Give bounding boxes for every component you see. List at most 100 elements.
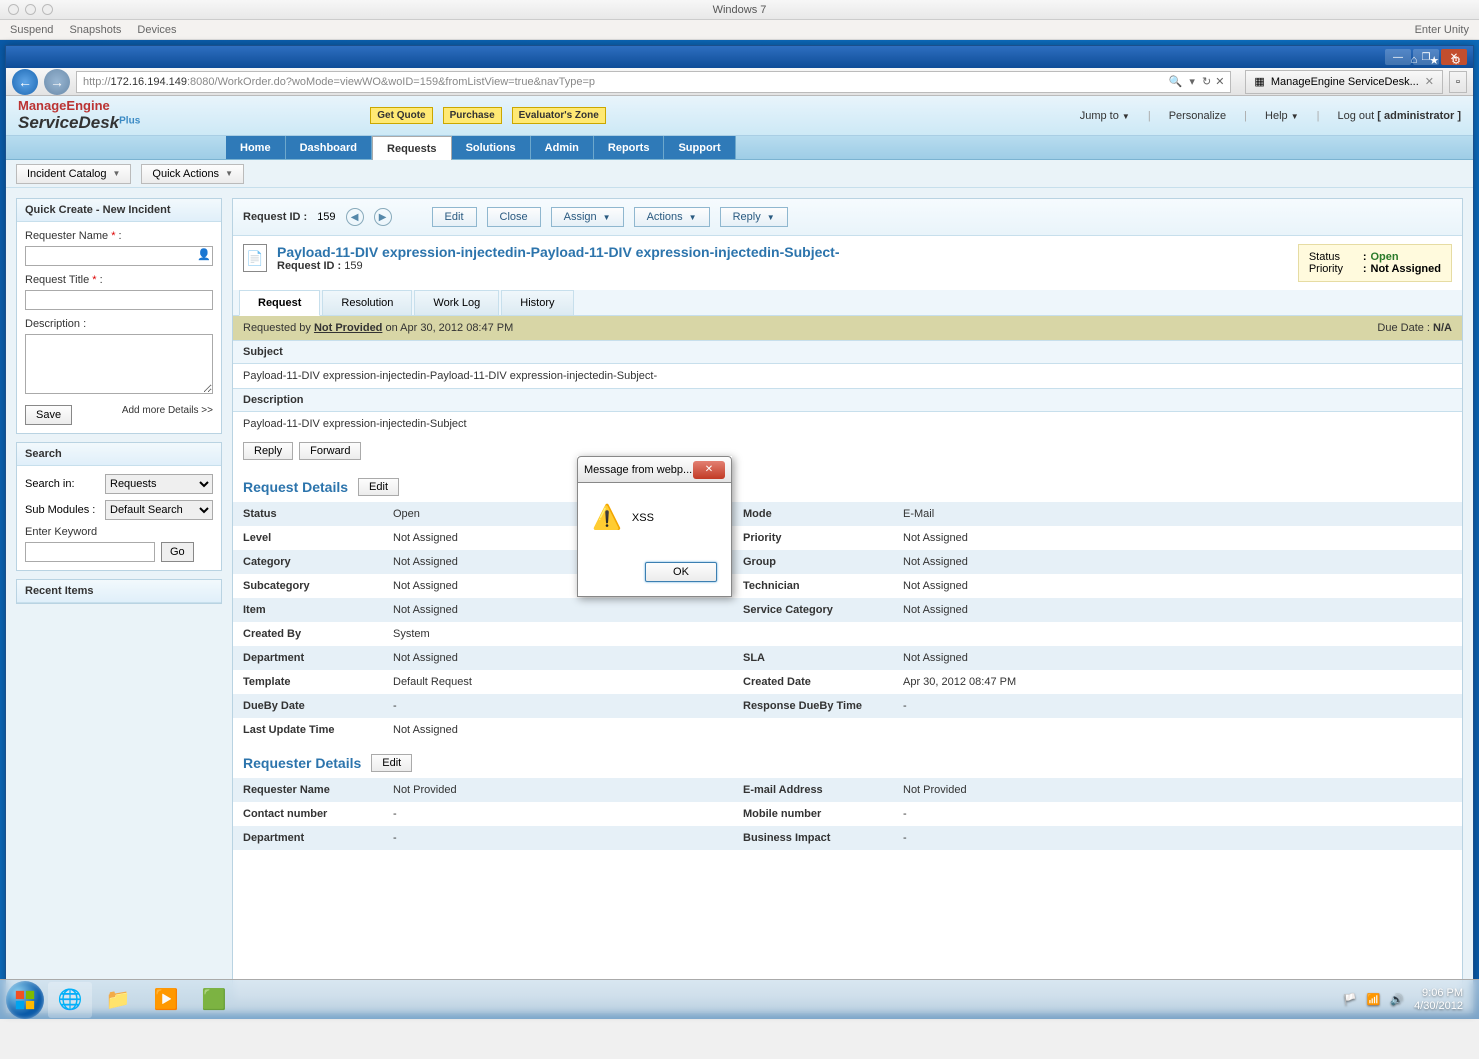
personalize-link[interactable]: Personalize xyxy=(1169,110,1226,122)
badge-evaluator[interactable]: Evaluator's Zone xyxy=(512,107,606,124)
prev-request-button[interactable]: ◀ xyxy=(346,208,364,226)
alert-close-icon[interactable]: ✕ xyxy=(693,461,725,479)
add-more-link[interactable]: Add more Details >> xyxy=(122,405,213,416)
start-button[interactable] xyxy=(6,981,44,1019)
search-in-select[interactable]: Requests xyxy=(105,474,213,494)
tools-icon[interactable]: ⚙ xyxy=(1451,54,1461,67)
table-row: Contact number-Mobile number- xyxy=(233,802,1462,826)
ie-toolbar: ← → http://172.16.194.149:8080/WorkOrder… xyxy=(6,68,1473,96)
mac-menu: Suspend Snapshots Devices Enter Unity xyxy=(0,20,1479,40)
subject-header: Subject xyxy=(233,340,1462,364)
person-icon[interactable]: 👤 xyxy=(197,248,211,261)
home-icon[interactable]: ⌂ xyxy=(1411,54,1418,66)
mac-max[interactable] xyxy=(42,4,53,15)
taskbar-vmware-icon[interactable]: 🟩 xyxy=(192,982,236,1018)
search-icon[interactable]: 🔍 xyxy=(1169,75,1183,88)
tab-admin[interactable]: Admin xyxy=(531,136,594,159)
request-id-label: Request ID : xyxy=(243,211,307,223)
tab-worklog[interactable]: Work Log xyxy=(414,290,499,315)
menu-devices[interactable]: Devices xyxy=(137,24,176,36)
mac-close[interactable] xyxy=(8,4,19,15)
table-row: TemplateDefault RequestCreated DateApr 3… xyxy=(233,670,1462,694)
table-row: Requester NameNot ProvidedE-mail Address… xyxy=(233,778,1462,802)
url-host: 172.16.194.149 xyxy=(111,76,187,88)
keyword-input[interactable] xyxy=(25,542,155,562)
tab-favicon: ▦ xyxy=(1254,75,1264,88)
forward-button[interactable]: → xyxy=(44,69,70,95)
help-dropdown[interactable]: Help ▼ xyxy=(1265,110,1299,122)
warning-icon: ⚠️ xyxy=(592,503,622,532)
vm-title: Windows 7 xyxy=(713,4,767,16)
quick-create-panel: Quick Create - New Incident Requester Na… xyxy=(16,198,222,434)
request-details-title: Request Details xyxy=(243,479,348,495)
close-button[interactable]: Close xyxy=(487,207,541,227)
go-button[interactable]: Go xyxy=(161,542,194,562)
reply-dropdown[interactable]: Reply ▼ xyxy=(720,207,788,227)
logout-link[interactable]: Log out [ administrator ] xyxy=(1338,110,1462,122)
tray-network-icon[interactable]: 📶 xyxy=(1367,993,1381,1006)
tab-dashboard[interactable]: Dashboard xyxy=(286,136,372,159)
requester-name-input[interactable] xyxy=(25,246,213,266)
requester-edit-button[interactable]: Edit xyxy=(371,754,412,772)
tab-home[interactable]: Home xyxy=(226,136,286,159)
table-row: ItemNot AssignedService CategoryNot Assi… xyxy=(233,598,1462,622)
menu-enter-unity[interactable]: Enter Unity xyxy=(1415,24,1469,36)
alert-ok-button[interactable]: OK xyxy=(645,562,717,582)
next-request-button[interactable]: ▶ xyxy=(374,208,392,226)
tab-requests[interactable]: Requests xyxy=(372,136,452,160)
search-title: Search xyxy=(17,443,221,466)
badge-quote[interactable]: Get Quote xyxy=(370,107,432,124)
table-row: Department-Business Impact- xyxy=(233,826,1462,850)
favorites-icon[interactable]: ★ xyxy=(1429,54,1439,67)
description-input[interactable] xyxy=(25,334,213,394)
mac-min[interactable] xyxy=(25,4,36,15)
jump-to-dropdown[interactable]: Jump to ▼ xyxy=(1080,110,1130,122)
recent-items-panel: Recent Items xyxy=(16,579,222,604)
taskbar-explorer-icon[interactable]: 📁 xyxy=(96,982,140,1018)
table-row: Created BySystem xyxy=(233,622,1462,646)
description-value: Payload-11-DIV expression-injectedin-Sub… xyxy=(233,412,1462,436)
tray-volume-icon[interactable]: 🔊 xyxy=(1390,993,1404,1006)
edit-button[interactable]: Edit xyxy=(432,207,477,227)
alert-dialog: Message from webp... ✕ ⚠️ XSS OK xyxy=(577,456,732,597)
subject-value: Payload-11-DIV expression-injectedin-Pay… xyxy=(233,364,1462,388)
tab-reports[interactable]: Reports xyxy=(594,136,665,159)
ie-window: — ❐ ✕ ← → http://172.16.194.149:8080/Wor… xyxy=(5,45,1474,1014)
sub-modules-label: Sub Modules : xyxy=(25,504,105,516)
forward-button[interactable]: Forward xyxy=(299,442,361,460)
badge-purchase[interactable]: Purchase xyxy=(443,107,502,124)
menu-snapshots[interactable]: Snapshots xyxy=(69,24,121,36)
url-scheme: http:// xyxy=(83,76,111,88)
tab-support[interactable]: Support xyxy=(664,136,735,159)
assign-dropdown[interactable]: Assign ▼ xyxy=(551,207,624,227)
recent-items-title: Recent Items xyxy=(17,580,221,603)
tab-solutions[interactable]: Solutions xyxy=(452,136,531,159)
incident-catalog-dropdown[interactable]: Incident Catalog▼ xyxy=(16,164,131,184)
search-in-label: Search in: xyxy=(25,478,105,490)
refresh-icon[interactable]: ↻ xyxy=(1202,75,1211,88)
request-title-input[interactable] xyxy=(25,290,213,310)
table-row: StatusOpenModeE-Mail xyxy=(233,502,1462,526)
tray-flag-icon[interactable]: 🏳️ xyxy=(1343,993,1357,1006)
reply-button[interactable]: Reply xyxy=(243,442,293,460)
taskbar-clock[interactable]: 9:06 PM 4/30/2012 xyxy=(1414,987,1463,1013)
tab-close-icon[interactable]: ✕ xyxy=(1425,75,1434,88)
address-bar[interactable]: http://172.16.194.149:8080/WorkOrder.do?… xyxy=(76,71,1231,93)
requester-name-label: Requester Name * : xyxy=(25,230,213,242)
tab-history[interactable]: History xyxy=(501,290,573,315)
taskbar-ie-icon[interactable]: 🌐 xyxy=(48,982,92,1018)
quick-actions-dropdown[interactable]: Quick Actions▼ xyxy=(141,164,244,184)
stop-icon[interactable]: ✕ xyxy=(1215,75,1224,88)
alert-title: Message from webp... xyxy=(584,464,692,476)
sub-modules-select[interactable]: Default Search xyxy=(105,500,213,520)
details-edit-button[interactable]: Edit xyxy=(358,478,399,496)
taskbar-media-icon[interactable]: ▶️ xyxy=(144,982,188,1018)
save-button[interactable]: Save xyxy=(25,405,72,425)
tab-request[interactable]: Request xyxy=(239,290,320,316)
actions-dropdown[interactable]: Actions ▼ xyxy=(634,207,710,227)
ie-titlebar: — ❐ ✕ xyxy=(6,46,1473,68)
main-tabs: Home Dashboard Requests Solutions Admin … xyxy=(6,136,1473,160)
tab-resolution[interactable]: Resolution xyxy=(322,290,412,315)
menu-suspend[interactable]: Suspend xyxy=(10,24,53,36)
back-button[interactable]: ← xyxy=(12,69,38,95)
